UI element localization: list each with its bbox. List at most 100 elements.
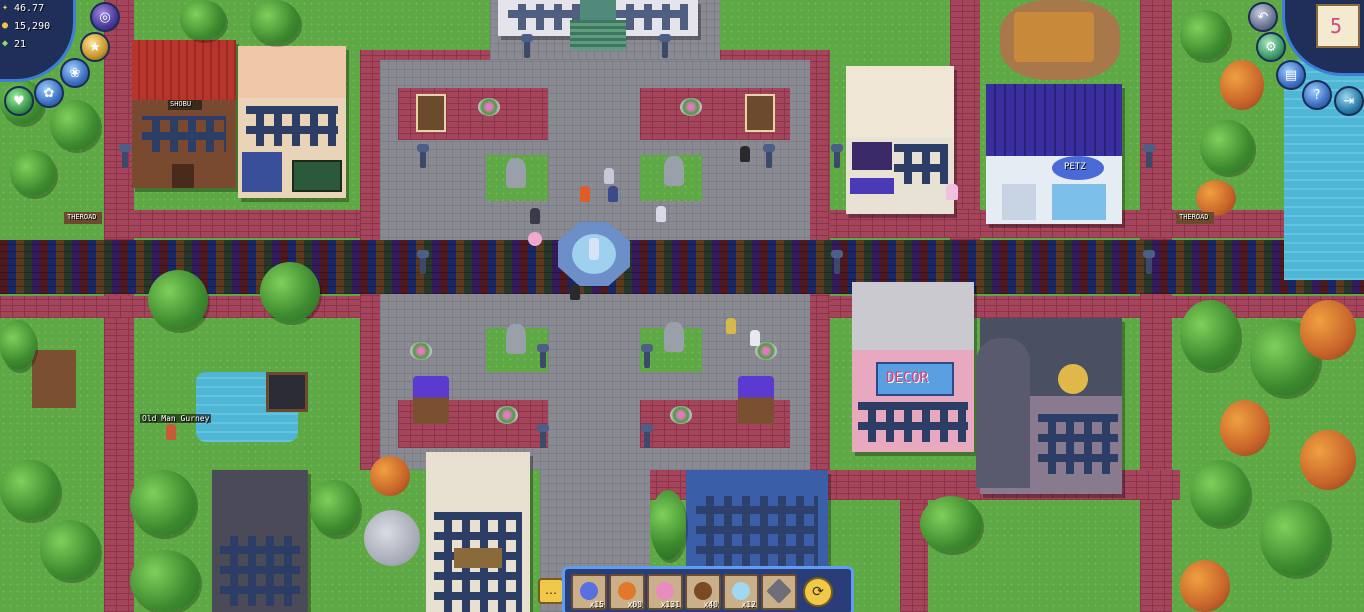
pet-shop-door[interactable]: [1002, 184, 1036, 220]
npc-pink-pet[interactable]: [528, 232, 542, 246]
autumn-tree: [1220, 60, 1264, 110]
town-hall-stairs: [570, 20, 626, 50]
npc-name-tag: Old Man Gurney: [140, 414, 212, 423]
market-crates[interactable]: [1014, 12, 1094, 62]
billboard-west[interactable]: [416, 94, 446, 132]
office-tower[interactable]: [426, 452, 530, 612]
tree: [650, 490, 686, 560]
mansion-emblem: [1058, 364, 1088, 394]
fountain-spire: [589, 238, 599, 260]
back-arrow-icon[interactable]: ↶: [1248, 2, 1278, 32]
tan-storefront[interactable]: [238, 46, 346, 198]
autumn-tree: [1180, 560, 1230, 612]
npc[interactable]: [604, 168, 614, 184]
statue-se[interactable]: [664, 322, 684, 352]
planter: [496, 406, 518, 424]
pet-shop-sign-bg: PETZ: [1052, 156, 1104, 180]
acorn-icon: [694, 582, 712, 600]
street-lamp: [763, 144, 775, 168]
gems-row: ◆ 21: [2, 38, 72, 52]
settings-gear-icon[interactable]: ⚙: [1256, 32, 1286, 62]
tree: [180, 0, 226, 40]
decor-shop[interactable]: DECOR: [852, 282, 974, 452]
pet-icon[interactable]: ❀: [60, 58, 90, 88]
tree: [920, 496, 982, 552]
npc[interactable]: [530, 208, 540, 224]
hotbar-slot-3[interactable]: x131: [647, 574, 683, 610]
billboard-east[interactable]: [745, 94, 775, 132]
hotbar-slot-4[interactable]: x40: [685, 574, 721, 610]
help-icon[interactable]: ?: [1302, 80, 1332, 110]
paw-icon[interactable]: ✿: [34, 78, 64, 108]
chat-button[interactable]: …: [538, 578, 564, 604]
tree: [310, 480, 360, 536]
tree: [10, 150, 56, 196]
star-badge-icon[interactable]: ★: [80, 32, 110, 62]
statue-ne[interactable]: [664, 156, 684, 186]
street-center-right: [950, 0, 980, 240]
npc[interactable]: [726, 318, 736, 334]
pet-shop-window: [1052, 184, 1106, 220]
dark-house-windows: [220, 536, 300, 606]
satellite-dish[interactable]: [364, 510, 420, 566]
planter: [410, 342, 432, 360]
storefront-display[interactable]: [292, 160, 342, 192]
npc-old-man-gurney[interactable]: [166, 424, 176, 440]
slot-count: x40: [703, 600, 718, 609]
npc[interactable]: [750, 330, 760, 346]
tree: [1180, 300, 1240, 370]
storefront-windows: [246, 106, 338, 146]
market-stall-west[interactable]: [413, 376, 449, 424]
coin-icon: ●: [2, 20, 9, 31]
player-character[interactable]: [570, 284, 580, 300]
street-lamp: [831, 144, 843, 168]
pet-shop-roof: [986, 84, 1122, 156]
house-door[interactable]: [172, 164, 194, 188]
tree: [130, 550, 200, 612]
statue-sw[interactable]: [506, 324, 526, 354]
decor-sign-bg: DECOR: [876, 362, 954, 396]
heart-icon[interactable]: ♥: [4, 86, 34, 116]
orb-icon[interactable]: ◎: [90, 2, 120, 32]
house-sign-text: SHOBU: [170, 100, 192, 108]
dark-house[interactable]: [212, 470, 308, 612]
hotbar-slot-2[interactable]: x00: [609, 574, 645, 610]
park-stage[interactable]: [266, 372, 308, 412]
red-roof-house[interactable]: SHOBU: [132, 40, 236, 188]
victorian-mansion[interactable]: [976, 318, 1122, 494]
exit-icon[interactable]: ⇥: [1334, 86, 1364, 116]
npc[interactable]: [946, 184, 958, 200]
blue-berry-icon: [580, 582, 598, 600]
street-lamp: [641, 424, 653, 448]
road-sign-left[interactable]: THEROAD: [64, 212, 102, 224]
npc[interactable]: [580, 186, 590, 202]
npc[interactable]: [740, 146, 750, 162]
npc[interactable]: [656, 206, 666, 222]
road-sign-right-text: THEROAD: [1179, 213, 1209, 221]
hotbar-slot-1[interactable]: x15: [571, 574, 607, 610]
cottage[interactable]: [32, 350, 76, 408]
white-shop[interactable]: [846, 66, 954, 214]
candy-icon: [656, 582, 674, 600]
street-lamp: [537, 344, 549, 368]
house-windows: [142, 116, 226, 152]
autumn-tree: [1300, 430, 1356, 490]
market-stall-east[interactable]: [738, 376, 774, 424]
npc[interactable]: [608, 186, 618, 202]
slot-count: x131: [660, 600, 680, 609]
road-sign-right[interactable]: THEROAD: [1176, 212, 1214, 224]
slot-count: x15: [589, 600, 604, 609]
hotbar-slot-6[interactable]: [761, 574, 797, 610]
hotbar-slot-5[interactable]: x12: [723, 574, 759, 610]
statue-nw[interactable]: [506, 158, 526, 188]
decor-sign-text: DECOR: [886, 370, 929, 386]
pet-shop[interactable]: PETZ: [986, 84, 1122, 224]
calendar-icon[interactable]: 5: [1316, 4, 1360, 48]
coins-value: 15,290: [14, 21, 51, 32]
storefront-bay: [242, 152, 282, 192]
game-world-map[interactable]: SHOBU PETZ DECOR THEROAD THEROAD Old Man…: [0, 0, 1364, 612]
cycle-hotbar-icon[interactable]: ⟳: [803, 577, 833, 607]
book-icon[interactable]: ▤: [1276, 60, 1306, 90]
pumpkin-icon: [618, 582, 636, 600]
autumn-tree: [1220, 400, 1270, 456]
